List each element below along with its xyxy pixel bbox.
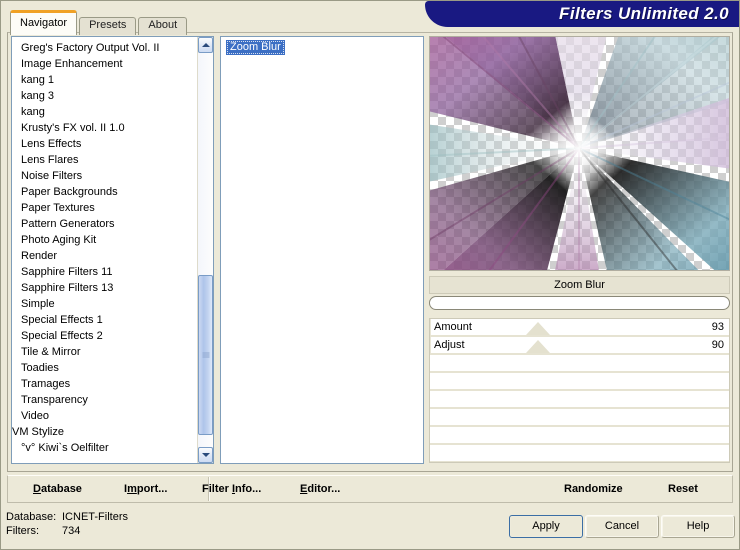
- status-database-line: Database: ICNET-Filters: [6, 510, 226, 524]
- list-item[interactable]: Greg's Factory Output Vol. II: [12, 40, 198, 56]
- scroll-up-button[interactable]: [198, 37, 213, 53]
- list-item[interactable]: Tramages: [12, 376, 198, 392]
- parameter-value: 93: [711, 321, 724, 333]
- filters-unlimited-window: Filters Unlimited 2.0 Navigator Presets …: [0, 0, 740, 550]
- list-item[interactable]: Sapphire Filters 13: [12, 280, 198, 296]
- filter-info-button[interactable]: Filter Info...: [202, 480, 261, 499]
- list-item[interactable]: Video: [12, 408, 198, 424]
- parameter-row-empty[interactable]: [430, 427, 729, 445]
- cancel-button[interactable]: Cancel: [585, 515, 659, 538]
- effect-title: Zoom Blur: [429, 276, 730, 294]
- preset-name-input[interactable]: [429, 296, 730, 310]
- slider-marker[interactable]: [525, 322, 550, 335]
- randomize-button[interactable]: Randomize: [564, 480, 623, 499]
- list-item[interactable]: kang: [12, 104, 198, 120]
- navigator-scrollbar[interactable]: [197, 37, 213, 463]
- parameter-row-empty[interactable]: [430, 355, 729, 373]
- status-filters-value: 734: [62, 525, 81, 537]
- parameter-ticks: [430, 337, 729, 353]
- database-status: Database: ICNET-Filters Filters: 734: [6, 510, 226, 540]
- preview-image: [429, 36, 730, 271]
- scroll-down-button[interactable]: [198, 447, 213, 463]
- list-item[interactable]: Tile & Mirror: [12, 344, 198, 360]
- list-item[interactable]: Special Effects 1: [12, 312, 198, 328]
- list-item[interactable]: Sapphire Filters 11: [12, 264, 198, 280]
- app-title: Filters Unlimited 2.0: [559, 4, 729, 23]
- status-filters-line: Filters: 734: [6, 524, 226, 538]
- tab-about[interactable]: About: [138, 17, 188, 35]
- filter-list[interactable]: Zoom Blur: [220, 36, 424, 464]
- list-item[interactable]: °v° Kiwi`s Oelfilter: [12, 440, 198, 456]
- title-bar-banner: Filters Unlimited 2.0: [425, 1, 739, 27]
- list-item[interactable]: Simple: [12, 296, 198, 312]
- parameter-table: Amount 93 Adjust 90: [429, 318, 730, 463]
- import-button[interactable]: Import...: [124, 480, 167, 499]
- list-item-label: VM Stylize: [12, 426, 64, 438]
- list-item[interactable]: kang 1: [12, 72, 198, 88]
- action-bar: Database Import... Filter Info... Editor…: [7, 475, 733, 503]
- tab-navigator[interactable]: Navigator: [10, 10, 78, 35]
- reset-button[interactable]: Reset: [668, 480, 698, 499]
- status-filters-key: Filters:: [6, 525, 39, 537]
- parameter-value: 90: [711, 339, 724, 351]
- chevron-up-icon: [201, 43, 210, 47]
- list-item[interactable]: Paper Backgrounds: [12, 184, 198, 200]
- tab-strip: Navigator Presets About: [10, 10, 189, 35]
- status-database-value: ICNET-Filters: [62, 511, 128, 523]
- tab-presets[interactable]: Presets: [79, 17, 137, 35]
- list-item[interactable]: Pattern Generators: [12, 216, 198, 232]
- list-item[interactable]: Special Effects 2: [12, 328, 198, 344]
- list-item[interactable]: Lens Flares: [12, 152, 198, 168]
- list-item[interactable]: Krusty's FX vol. II 1.0: [12, 120, 198, 136]
- list-item-selected[interactable]: VM Stylize: [12, 424, 198, 440]
- list-item[interactable]: Image Enhancement: [12, 56, 198, 72]
- zoom-blur-preview-svg: [430, 37, 729, 270]
- database-button[interactable]: Database: [33, 480, 82, 499]
- navigator-list[interactable]: Greg's Factory Output Vol. II Image Enha…: [11, 36, 214, 464]
- scrollbar-thumb[interactable]: [198, 275, 213, 435]
- grip-icon: [202, 352, 209, 359]
- navigator-list-items: Greg's Factory Output Vol. II Image Enha…: [12, 37, 198, 456]
- parameter-row-empty[interactable]: [430, 409, 729, 427]
- parameter-row-empty[interactable]: [430, 373, 729, 391]
- parameter-row-amount[interactable]: Amount 93: [430, 319, 729, 337]
- list-item[interactable]: kang 3: [12, 88, 198, 104]
- main-panel: Greg's Factory Output Vol. II Image Enha…: [7, 32, 733, 472]
- chevron-down-icon: [201, 453, 210, 457]
- parameter-row-empty[interactable]: [430, 445, 729, 462]
- slider-marker[interactable]: [525, 340, 550, 353]
- parameter-row-adjust[interactable]: Adjust 90: [430, 337, 729, 355]
- list-item[interactable]: Paper Textures: [12, 200, 198, 216]
- filter-list-item-selected[interactable]: Zoom Blur: [226, 40, 285, 55]
- parameter-ticks: [430, 319, 729, 335]
- parameter-row-empty[interactable]: [430, 391, 729, 409]
- list-item[interactable]: Photo Aging Kit: [12, 232, 198, 248]
- help-button[interactable]: Help: [661, 515, 735, 538]
- list-item[interactable]: Toadies: [12, 360, 198, 376]
- status-bar: Database: ICNET-Filters Filters: 734 Apply…: [1, 507, 739, 549]
- apply-button[interactable]: Apply: [509, 515, 583, 538]
- list-item[interactable]: Render: [12, 248, 198, 264]
- editor-button[interactable]: Editor...: [300, 480, 340, 499]
- list-item[interactable]: Transparency: [12, 392, 198, 408]
- list-item[interactable]: Lens Effects: [12, 136, 198, 152]
- parameter-label: Adjust: [434, 339, 465, 351]
- list-item[interactable]: Noise Filters: [12, 168, 198, 184]
- status-database-key: Database:: [6, 511, 57, 523]
- parameter-label: Amount: [434, 321, 472, 333]
